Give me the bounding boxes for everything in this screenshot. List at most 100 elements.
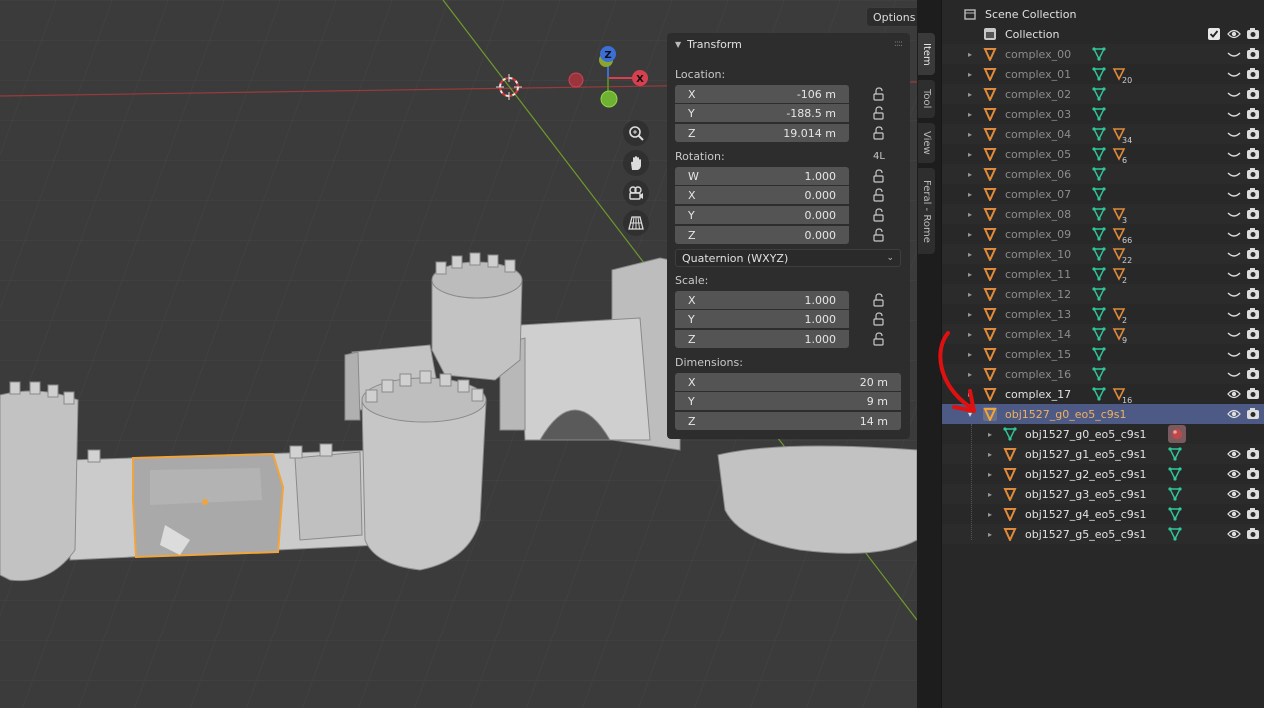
outliner-object-row[interactable]: ▸ complex_09 66 — [942, 224, 1264, 245]
outliner-object-row[interactable]: ▸ complex_15 — [942, 344, 1264, 364]
outliner-object-row[interactable]: ▸ complex_01 20 — [942, 64, 1264, 85]
expand-arrow-icon[interactable]: ▸ — [968, 70, 972, 79]
mesh-data-icon[interactable] — [1092, 187, 1106, 201]
camera-render-icon[interactable] — [1246, 507, 1260, 521]
outliner-child-row[interactable]: ▸ obj1527_g0_eo5_c9s1 — [942, 424, 1264, 444]
camera-view-button[interactable] — [623, 180, 649, 206]
mesh-data-icon[interactable] — [1092, 227, 1106, 241]
outliner-child-row[interactable]: ▸ obj1527_g3_eo5_c9s1 — [942, 484, 1264, 504]
lock-icon[interactable] — [872, 87, 886, 101]
camera-render-icon[interactable] — [1246, 207, 1260, 221]
outliner-object-row[interactable]: ▸ complex_04 34 — [942, 124, 1264, 145]
scale-x-field[interactable]: X 1.000 — [675, 291, 849, 309]
outliner-object-row[interactable]: ▸ complex_13 2 — [942, 304, 1264, 325]
eye-closed-icon[interactable] — [1227, 167, 1241, 181]
camera-render-icon[interactable] — [1246, 247, 1260, 261]
eye-closed-icon[interactable] — [1227, 327, 1241, 341]
outliner-object-row[interactable]: ▸ complex_10 22 — [942, 244, 1264, 265]
outliner-child-row[interactable]: ▸ obj1527_g1_eo5_c9s1 — [942, 444, 1264, 464]
camera-render-icon[interactable] — [1246, 167, 1260, 181]
camera-render-icon[interactable] — [1246, 47, 1260, 61]
expand-arrow-icon[interactable]: ▸ — [968, 210, 972, 219]
camera-render-icon[interactable] — [1246, 127, 1260, 141]
expand-arrow-icon[interactable]: ▸ — [988, 490, 992, 499]
camera-render-icon[interactable] — [1246, 327, 1260, 341]
outliner-object-row[interactable]: ▸ complex_05 6 — [942, 144, 1264, 165]
mesh-data-icon[interactable] — [1092, 107, 1106, 121]
collection-row[interactable]: Collection — [942, 24, 1264, 44]
eye-icon[interactable] — [1227, 447, 1241, 461]
transform-panel-header[interactable]: ▼ Transform — [667, 33, 910, 55]
eye-closed-icon[interactable] — [1227, 227, 1241, 241]
mesh-data-icon[interactable] — [1092, 307, 1106, 321]
mesh-data-icon[interactable] — [1092, 387, 1106, 401]
tab-view[interactable]: View — [918, 123, 935, 163]
mesh-data-icon[interactable] — [1168, 487, 1182, 501]
scale-y-field[interactable]: Y 1.000 — [675, 310, 849, 328]
outliner-object-row[interactable]: ▸ complex_08 3 — [942, 204, 1264, 225]
outliner-child-row[interactable]: ▸ obj1527_g5_eo5_c9s1 — [942, 524, 1264, 544]
options-dropdown[interactable]: Options ▼ — [866, 7, 917, 27]
eye-closed-icon[interactable] — [1227, 367, 1241, 381]
mesh-data-icon[interactable] — [1168, 447, 1182, 461]
outliner-object-row[interactable]: ▸ complex_17 16 — [942, 384, 1264, 405]
camera-render-icon[interactable] — [1246, 27, 1260, 41]
camera-render-icon[interactable] — [1246, 107, 1260, 121]
expand-arrow-icon[interactable]: ▸ — [988, 470, 992, 479]
eye-closed-icon[interactable] — [1227, 147, 1241, 161]
expand-arrow-icon[interactable]: ▸ — [968, 250, 972, 259]
mesh-data-icon[interactable] — [1092, 87, 1106, 101]
transform-panel[interactable]: ▼ Transform :::: Location: X -106 m Y -188… — [667, 33, 910, 439]
eye-icon[interactable] — [1227, 467, 1241, 481]
expand-arrow-icon[interactable]: ▸ — [988, 430, 992, 439]
camera-render-icon[interactable] — [1246, 387, 1260, 401]
eye-closed-icon[interactable] — [1227, 47, 1241, 61]
mesh-data-icon[interactable] — [1168, 507, 1182, 521]
tab-item[interactable]: Item — [918, 33, 935, 75]
lock-icon[interactable] — [872, 293, 886, 307]
lock-icon[interactable] — [872, 312, 886, 326]
scale-z-field[interactable]: Z 1.000 — [675, 330, 849, 348]
checkbox-icon[interactable] — [1207, 27, 1221, 41]
mesh-data-icon[interactable] — [1092, 47, 1106, 61]
eye-closed-icon[interactable] — [1227, 347, 1241, 361]
eye-closed-icon[interactable] — [1227, 127, 1241, 141]
outliner-object-row[interactable]: ▸ complex_02 — [942, 84, 1264, 104]
mesh-data-icon[interactable] — [1168, 467, 1182, 481]
lock-icon[interactable] — [872, 106, 886, 120]
outliner-selected-row[interactable]: ▾ obj1527_g0_eo5_c9s1 — [942, 404, 1264, 424]
expand-arrow-icon[interactable]: ▸ — [968, 270, 972, 279]
location-y-field[interactable]: Y -188.5 m — [675, 104, 849, 122]
outliner-object-row[interactable]: ▸ complex_07 — [942, 184, 1264, 204]
expand-arrow-icon[interactable]: ▸ — [968, 150, 972, 159]
expand-arrow-icon[interactable]: ▸ — [968, 110, 972, 119]
camera-render-icon[interactable] — [1246, 447, 1260, 461]
camera-render-icon[interactable] — [1246, 227, 1260, 241]
scene-collection-row[interactable]: Scene Collection — [942, 4, 1264, 24]
navigation-gizmo[interactable]: Z X — [560, 42, 656, 114]
eye-icon[interactable] — [1227, 387, 1241, 401]
expand-arrow-icon[interactable]: ▸ — [968, 230, 972, 239]
rotation-w-field[interactable]: W 1.000 — [675, 167, 849, 185]
expand-arrow-icon[interactable]: ▸ — [988, 510, 992, 519]
lock-icon[interactable] — [872, 188, 886, 202]
eye-icon[interactable] — [1227, 487, 1241, 501]
eye-closed-icon[interactable] — [1227, 247, 1241, 261]
eye-closed-icon[interactable] — [1227, 67, 1241, 81]
expand-arrow-icon[interactable]: ▸ — [968, 310, 972, 319]
outliner-object-row[interactable]: ▸ complex_11 2 — [942, 264, 1264, 285]
mesh-data-icon[interactable] — [1092, 67, 1106, 81]
expand-arrow-icon[interactable]: ▸ — [968, 130, 972, 139]
dimensions-z-field[interactable]: Z 14 m — [675, 412, 901, 430]
outliner-object-row[interactable]: ▸ complex_16 — [942, 364, 1264, 384]
material-icon[interactable] — [1168, 425, 1186, 443]
lock-icon[interactable] — [872, 228, 886, 242]
camera-render-icon[interactable] — [1246, 347, 1260, 361]
rotation-x-field[interactable]: X 0.000 — [675, 186, 849, 204]
mesh-data-icon[interactable] — [1092, 367, 1106, 381]
eye-icon[interactable] — [1227, 527, 1241, 541]
mesh-data-icon[interactable] — [1092, 167, 1106, 181]
eye-closed-icon[interactable] — [1227, 307, 1241, 321]
mesh-data-icon[interactable] — [1092, 287, 1106, 301]
lock-icon[interactable] — [872, 169, 886, 183]
